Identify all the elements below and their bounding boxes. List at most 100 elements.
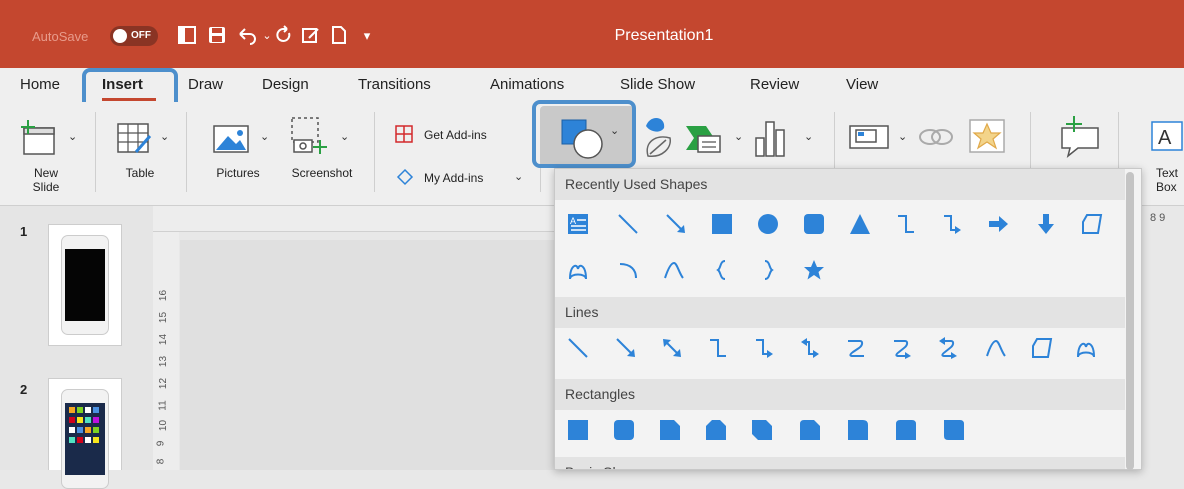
slide-thumbnail-2[interactable] xyxy=(48,378,122,489)
ruler-number: 8 xyxy=(155,458,167,465)
new-slide-caret-icon[interactable]: ⌄ xyxy=(68,130,77,143)
screenshot-label: Screenshot xyxy=(291,166,353,180)
line-icon[interactable] xyxy=(566,336,590,360)
tab-draw[interactable]: Draw xyxy=(188,76,223,93)
pictures-caret-icon[interactable]: ⌄ xyxy=(260,130,269,143)
table-caret-icon[interactable]: ⌄ xyxy=(160,130,169,143)
chart-caret-icon[interactable]: ⌄ xyxy=(804,130,813,143)
rectangle-icon[interactable] xyxy=(566,418,590,442)
tab-review[interactable]: Review xyxy=(750,76,799,93)
screenshot-icon[interactable] xyxy=(286,114,330,163)
text-box-icon[interactable]: A xyxy=(1148,118,1184,159)
elbow-arrow-connector-icon[interactable] xyxy=(752,336,776,360)
right-arrow-icon[interactable] xyxy=(986,212,1010,236)
rectangle-icon[interactable] xyxy=(710,212,734,236)
media-icon[interactable] xyxy=(848,122,892,157)
curved-arrow-connector-icon[interactable] xyxy=(890,336,914,360)
round-single-corner-icon[interactable] xyxy=(846,418,870,442)
ruler-number: 12 xyxy=(158,377,170,390)
ruler-number: 11 xyxy=(157,400,169,411)
rounded-rectangle-icon[interactable] xyxy=(802,212,826,236)
pictures-icon[interactable] xyxy=(210,118,254,163)
icons-icon[interactable] xyxy=(638,112,678,165)
round-diagonal-icon[interactable] xyxy=(942,418,966,442)
snip-round-icon[interactable] xyxy=(798,418,822,442)
new-comment-icon[interactable] xyxy=(1056,114,1104,165)
rounded-rectangle-icon[interactable] xyxy=(612,418,636,442)
line-icon[interactable] xyxy=(616,212,640,236)
section-header-lines: Lines xyxy=(555,297,1125,328)
tab-transitions[interactable]: Transitions xyxy=(358,76,431,93)
my-addins-icon[interactable] xyxy=(396,168,414,191)
ruler-number: 8 9 xyxy=(1150,212,1166,224)
arrow-line-icon[interactable] xyxy=(664,212,688,236)
slide-thumbnail-1[interactable] xyxy=(48,224,122,346)
round-same-side-icon[interactable] xyxy=(894,418,918,442)
elbow-arrow-connector-icon[interactable] xyxy=(940,212,964,236)
triangle-icon[interactable] xyxy=(848,212,872,236)
smartart-icon[interactable] xyxy=(684,118,724,163)
elbow-double-arrow-icon[interactable] xyxy=(798,336,822,360)
freeform-icon[interactable] xyxy=(1030,336,1054,360)
new-slide-icon[interactable] xyxy=(18,118,62,163)
my-addins-caret-icon[interactable]: ⌄ xyxy=(514,170,523,183)
section-header-recent: Recently Used Shapes xyxy=(555,169,1125,200)
get-addins-label[interactable]: Get Add-ins xyxy=(424,128,487,142)
table-icon[interactable] xyxy=(114,118,154,163)
my-addins-label[interactable]: My Add-ins xyxy=(424,171,483,185)
curved-double-arrow-icon[interactable] xyxy=(936,336,960,360)
horizontal-ruler xyxy=(153,206,555,232)
curve-icon[interactable] xyxy=(662,258,686,282)
down-arrow-icon[interactable] xyxy=(1034,212,1058,236)
get-addins-icon[interactable] xyxy=(394,124,414,149)
freeform-icon[interactable] xyxy=(1080,212,1104,236)
right-brace-icon[interactable] xyxy=(756,258,780,282)
smartart-caret-icon[interactable]: ⌄ xyxy=(734,130,743,143)
section-header-basic-shapes: Basic Shapes xyxy=(555,457,1125,469)
tab-slide-show[interactable]: Slide Show xyxy=(620,76,695,93)
tab-design[interactable]: Design xyxy=(262,76,309,93)
elbow-connector-icon[interactable] xyxy=(894,212,918,236)
tab-home[interactable]: Home xyxy=(20,76,60,93)
action-star-icon[interactable] xyxy=(966,116,1010,161)
tab-view[interactable]: View xyxy=(846,76,878,93)
slide-canvas[interactable] xyxy=(180,240,560,470)
curve-icon[interactable] xyxy=(984,336,1008,360)
phone-screen xyxy=(65,249,105,321)
link-icon[interactable] xyxy=(916,122,956,157)
media-caret-icon[interactable]: ⌄ xyxy=(898,130,907,143)
slide-number: 1 xyxy=(20,224,28,239)
snip-diagonal-icon[interactable] xyxy=(750,418,774,442)
ruler-number: 15 xyxy=(158,311,170,324)
elbow-connector-icon[interactable] xyxy=(706,336,730,360)
ruler-number: 10 xyxy=(158,419,170,432)
dropdown-scrollbar[interactable] xyxy=(1124,172,1136,470)
text-box-icon[interactable]: A xyxy=(566,212,590,236)
double-arrow-line-icon[interactable] xyxy=(660,336,684,360)
scribble-icon[interactable] xyxy=(1074,336,1098,360)
star-icon[interactable] xyxy=(802,258,826,282)
shapes-button-highlight xyxy=(532,100,636,168)
vertical-ruler xyxy=(153,232,179,470)
arc-icon[interactable] xyxy=(616,258,640,282)
iphone-image xyxy=(61,389,109,489)
slide-number: 2 xyxy=(20,382,28,397)
oval-icon[interactable] xyxy=(756,212,780,236)
snip-same-side-icon[interactable] xyxy=(704,418,728,442)
ruler-number: 16 xyxy=(158,289,170,302)
snip-single-corner-icon[interactable] xyxy=(658,418,682,442)
svg-text:A: A xyxy=(1158,127,1172,149)
scribble-icon[interactable] xyxy=(566,258,590,282)
scrollbar-thumb[interactable] xyxy=(1126,172,1134,470)
arrow-line-icon[interactable] xyxy=(614,336,638,360)
screenshot-caret-icon[interactable]: ⌄ xyxy=(340,130,349,143)
curved-connector-icon[interactable] xyxy=(844,336,868,360)
table-label: Table xyxy=(125,166,155,180)
ruler-number: 9 xyxy=(155,440,167,447)
tab-animations[interactable]: Animations xyxy=(490,76,564,93)
ruler-number: 14 xyxy=(158,333,170,346)
ribbon-separator xyxy=(186,112,187,192)
chart-icon[interactable] xyxy=(752,116,792,165)
iphone-image xyxy=(61,235,109,335)
left-brace-icon[interactable] xyxy=(710,258,734,282)
